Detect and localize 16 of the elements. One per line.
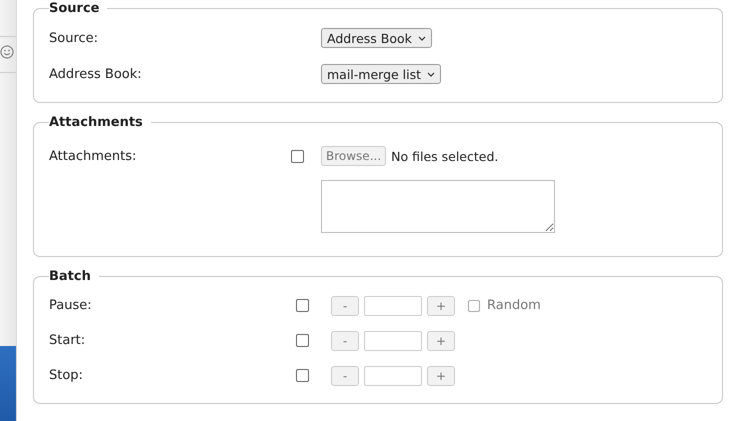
field-label: Start: [49,333,86,348]
smiley-icon[interactable] [0,45,14,59]
caret-icon [418,36,426,40]
option-label: Random [487,298,541,313]
file-status: No files selected. [391,148,498,164]
section-title: Batch [49,269,92,284]
field-label: Source: [49,30,100,46]
field-label: Stop: [49,368,84,383]
field-label: Attachments: [49,148,138,164]
field-label: Address Book: [49,66,143,82]
section-title: Source [49,1,100,16]
section-title: Attachments [49,115,144,130]
dropdown[interactable]: Address Book [321,28,432,48]
field-label: Pause: [49,298,93,313]
dropdown[interactable]: mail-merge list [321,64,442,84]
caret-icon [427,72,436,76]
